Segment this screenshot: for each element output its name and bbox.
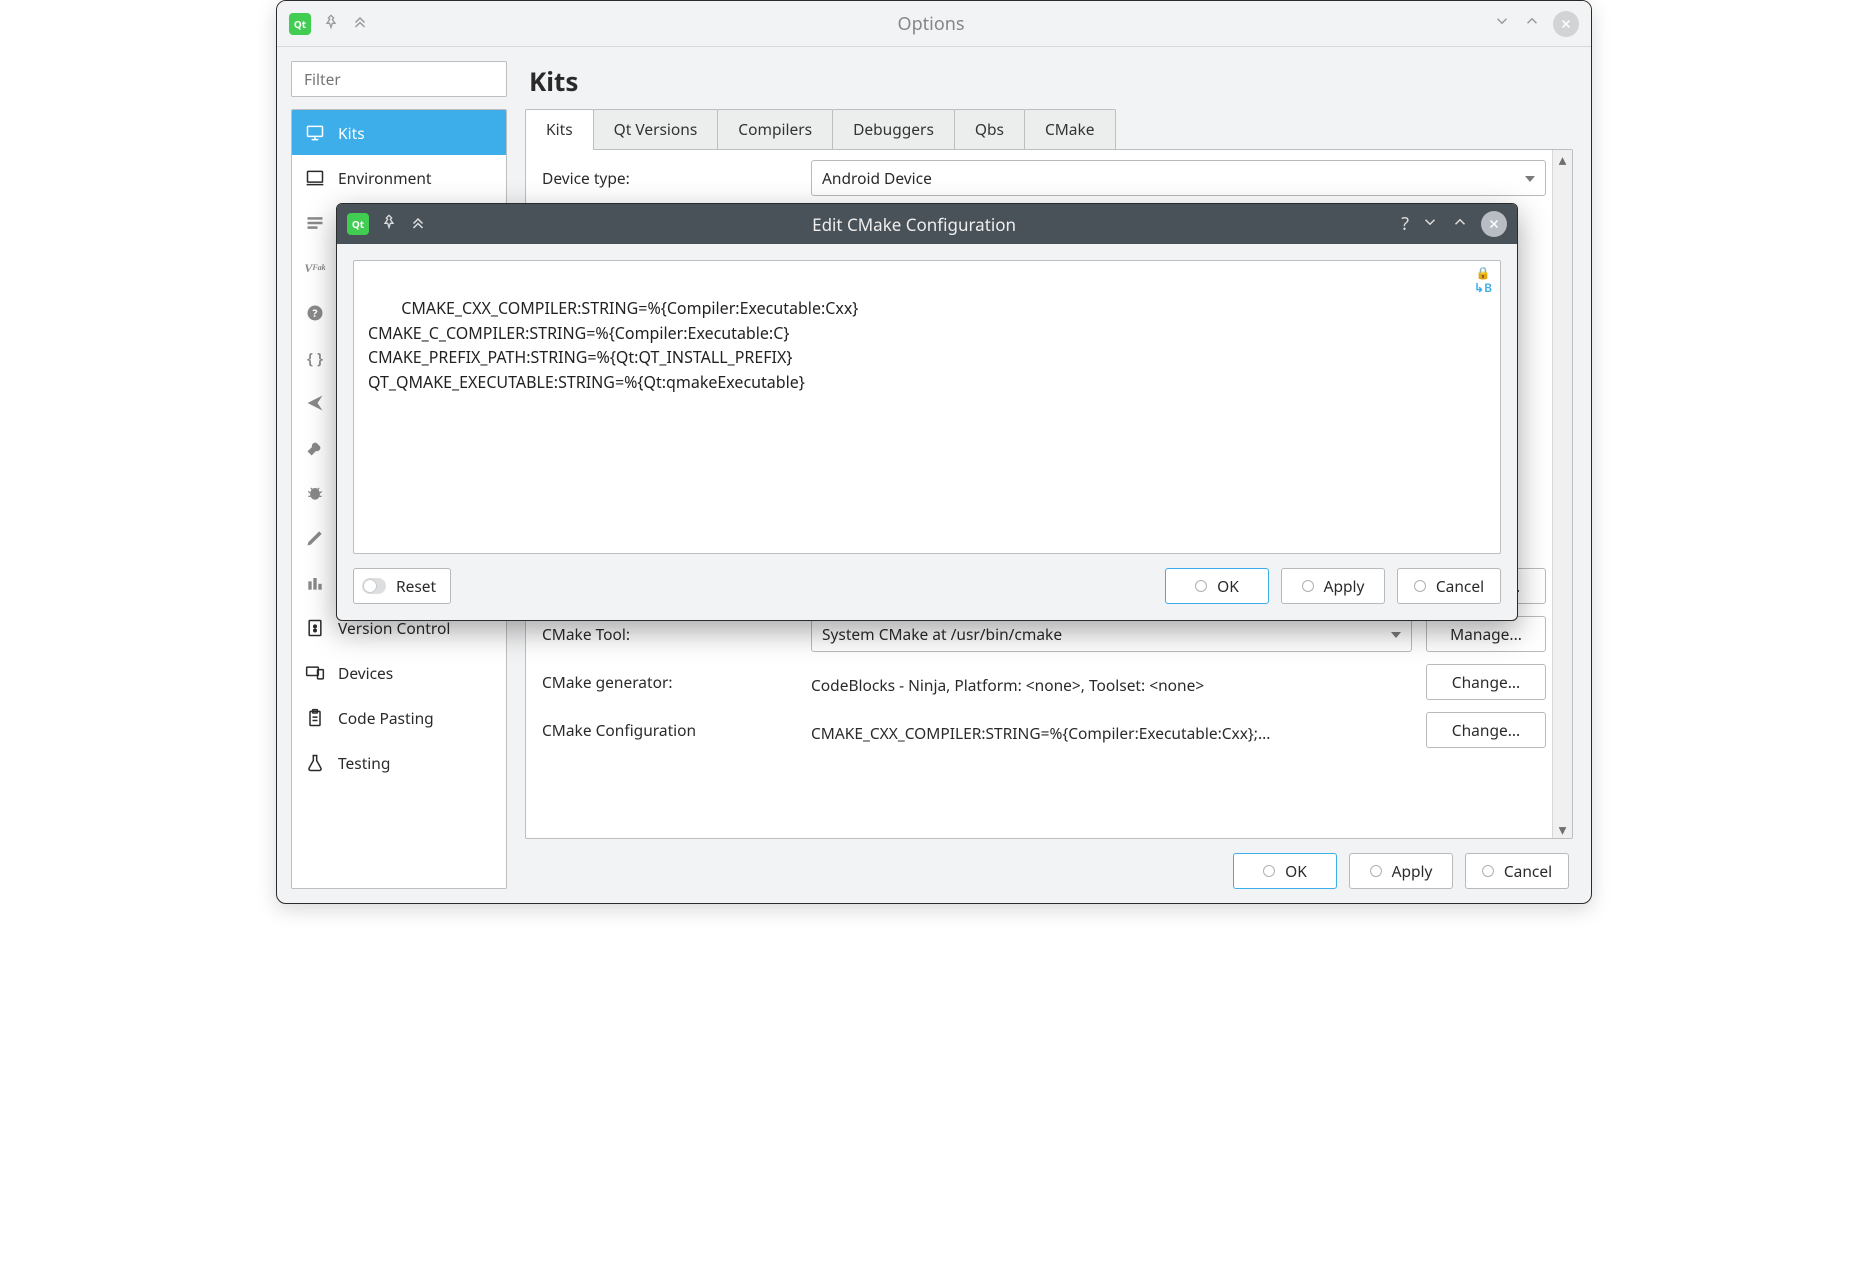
sidebar-item-label: Kits — [338, 122, 365, 144]
chevron-down-icon[interactable] — [1421, 213, 1439, 236]
sidebar-item-environment[interactable]: Environment — [292, 155, 506, 200]
bar-chart-icon — [304, 573, 326, 593]
send-icon — [304, 393, 326, 413]
flask-icon — [304, 753, 326, 773]
cmake-generator-value: CodeBlocks - Ninja, Platform: <none>, To… — [811, 669, 1412, 696]
edit-cmake-dialog: Qt Edit CMake Configuration ? CMAKE_CXX_… — [336, 203, 1518, 621]
cmake-config-label: CMake Configuration — [542, 719, 797, 741]
help-icon: ? — [304, 303, 326, 323]
sidebar-item-devices[interactable]: Devices — [292, 650, 506, 695]
clipboard-icon — [304, 708, 326, 728]
options-titlebar: Qt Options — [277, 1, 1591, 47]
scroll-up-icon[interactable]: ▴ — [1553, 150, 1572, 168]
cmake-tool-label: CMake Tool: — [542, 623, 797, 645]
sidebar-item-code-pasting[interactable]: Code Pasting — [292, 695, 506, 740]
scroll-down-icon[interactable]: ▾ — [1553, 820, 1572, 838]
sidebar-item-testing[interactable]: Testing — [292, 740, 506, 785]
device-type-select[interactable]: Android Device — [811, 160, 1546, 196]
bug-icon — [304, 483, 326, 503]
qt-logo-icon: Qt — [347, 213, 369, 235]
sidebar-item-label: Code Pasting — [338, 707, 434, 729]
chevron-up-icon[interactable] — [1523, 12, 1541, 35]
help-icon[interactable]: ? — [1401, 212, 1409, 236]
filter-input-wrap[interactable] — [291, 61, 507, 97]
braces-icon: { } — [304, 347, 326, 369]
close-icon[interactable] — [1481, 211, 1507, 237]
modal-ok-button[interactable]: OK — [1165, 568, 1269, 604]
chevron-down-icon[interactable] — [1493, 12, 1511, 35]
cmake-tool-select[interactable]: System CMake at /usr/bin/cmake — [811, 616, 1412, 652]
device-type-label: Device type: — [542, 167, 797, 189]
cmake-config-change-button[interactable]: Change... — [1426, 712, 1546, 748]
fakevim-icon: VFak — [304, 262, 326, 274]
tab-cmake[interactable]: CMake — [1024, 109, 1116, 150]
pin-icon[interactable] — [381, 213, 397, 235]
vertical-scrollbar[interactable]: ▴ ▾ — [1552, 150, 1572, 838]
panel-title: Kits — [529, 63, 1573, 99]
tabbar: Kits Qt Versions Compilers Debuggers Qbs… — [525, 109, 1573, 150]
sidebar-item-kits[interactable]: Kits — [292, 110, 506, 155]
filter-input[interactable] — [302, 67, 496, 91]
devices-icon — [304, 663, 326, 683]
sidebar-item-label: Environment — [338, 167, 432, 189]
modal-apply-button[interactable]: Apply — [1281, 568, 1385, 604]
variable-chooser-icon[interactable]: 🔒 ↳B — [1474, 267, 1492, 298]
cmake-generator-change-button[interactable]: Change... — [1426, 664, 1546, 700]
options-title: Options — [369, 12, 1493, 36]
cmake-tool-manage-button[interactable]: Manage... — [1426, 616, 1546, 652]
lock-icon: 🔒 — [1476, 267, 1491, 279]
cmake-tool-value: System CMake at /usr/bin/cmake — [822, 623, 1062, 645]
pencil-icon — [304, 528, 326, 548]
toggle-icon — [362, 578, 386, 594]
options-cancel-button[interactable]: Cancel — [1465, 853, 1569, 889]
modal-title: Edit CMake Configuration — [427, 213, 1401, 236]
chevrons-up-icon[interactable] — [409, 213, 427, 236]
cmake-config-editor[interactable]: CMAKE_CXX_COMPILER:STRING=%{Compiler:Exe… — [353, 260, 1501, 554]
cmake-config-text: CMAKE_CXX_COMPILER:STRING=%{Compiler:Exe… — [368, 297, 858, 393]
options-apply-button[interactable]: Apply — [1349, 853, 1453, 889]
vcs-icon — [304, 618, 326, 638]
tab-compilers[interactable]: Compilers — [717, 109, 833, 150]
cmake-config-value: CMAKE_CXX_COMPILER:STRING=%{Compiler:Exe… — [811, 717, 1412, 744]
wrench-icon — [304, 438, 326, 458]
tab-qt-versions[interactable]: Qt Versions — [593, 109, 719, 150]
sidebar-item-label: Devices — [338, 662, 393, 684]
device-type-value: Android Device — [822, 167, 932, 189]
chevron-up-icon[interactable] — [1451, 213, 1469, 236]
qt-logo-icon: Qt — [289, 13, 311, 35]
options-ok-button[interactable]: OK — [1233, 853, 1337, 889]
tab-kits[interactable]: Kits — [525, 109, 594, 150]
monitor-icon — [304, 123, 326, 143]
reset-toggle-button[interactable]: Reset — [353, 568, 451, 604]
svg-text:?: ? — [312, 306, 317, 321]
modal-cancel-button[interactable]: Cancel — [1397, 568, 1501, 604]
chevrons-up-icon[interactable] — [351, 12, 369, 35]
text-icon — [304, 213, 326, 233]
pin-icon[interactable] — [323, 13, 339, 35]
tab-debuggers[interactable]: Debuggers — [832, 109, 955, 150]
sidebar-item-label: Testing — [338, 752, 390, 774]
desktop-icon — [304, 168, 326, 188]
modal-titlebar: Qt Edit CMake Configuration ? — [337, 204, 1517, 244]
tab-qbs[interactable]: Qbs — [954, 109, 1025, 150]
close-icon[interactable] — [1553, 11, 1579, 37]
cmake-generator-label: CMake generator: — [542, 671, 797, 693]
